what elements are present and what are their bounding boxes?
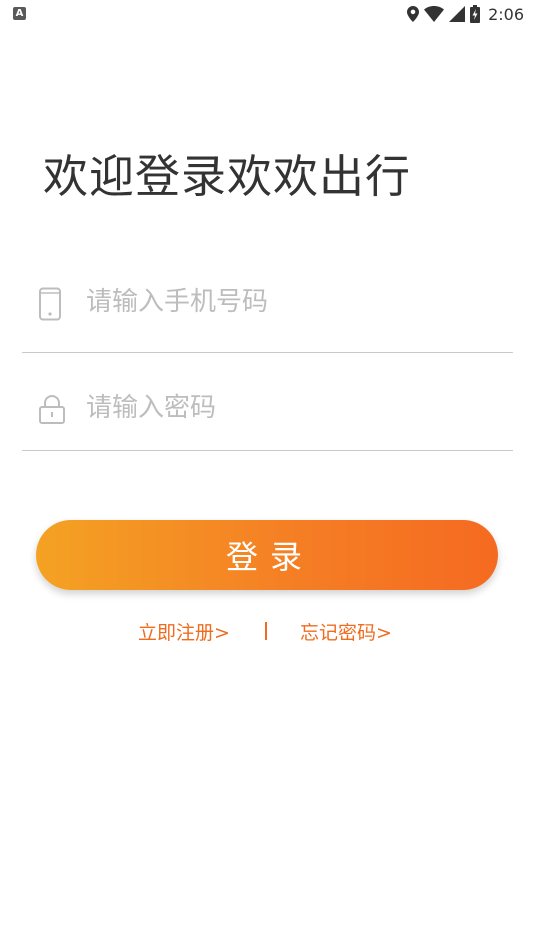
register-link[interactable]: 立即注册> <box>138 618 230 645</box>
notification-app-icon: A <box>13 7 26 20</box>
auth-links: 立即注册> 忘记密码> <box>0 618 534 648</box>
links-divider <box>265 622 267 640</box>
login-screen: A 2:06 欢迎登录欢欢出行 请输入手机号码 登录 立即注册> 忘记密码> <box>0 0 534 950</box>
forgot-password-link[interactable]: 忘记密码> <box>300 618 392 645</box>
location-icon <box>407 6 420 22</box>
login-button[interactable]: 登录 <box>36 520 498 590</box>
password-field <box>22 380 513 451</box>
welcome-title: 欢迎登录欢欢出行 <box>43 150 412 203</box>
password-input[interactable] <box>86 388 486 428</box>
wifi-icon <box>424 6 445 22</box>
lock-icon <box>38 394 66 428</box>
status-icons: 2:06 <box>407 3 524 25</box>
phone-input[interactable] <box>86 282 486 322</box>
battery-charging-icon <box>470 5 481 23</box>
status-time: 2:06 <box>488 4 524 24</box>
signal-icon <box>449 6 466 22</box>
phone-field <box>22 270 513 353</box>
phone-icon <box>38 287 62 325</box>
status-bar: A 2:06 <box>0 0 534 28</box>
